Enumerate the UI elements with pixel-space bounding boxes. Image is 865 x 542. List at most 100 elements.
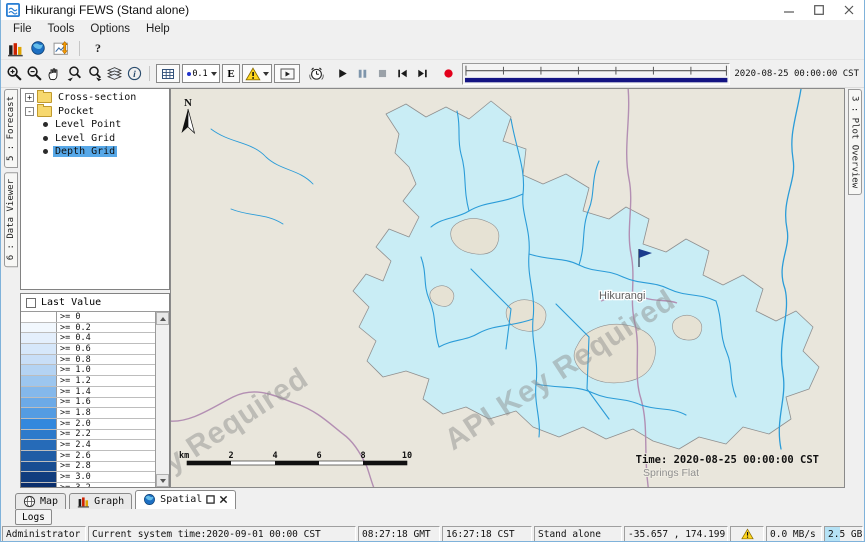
- title-bar: Hikurangi FEWS (Stand alone): [1, 0, 864, 20]
- scroll-up-icon[interactable]: [156, 312, 169, 325]
- legend-swatch: [21, 376, 57, 386]
- globe-icon: [143, 493, 156, 506]
- logs-button[interactable]: Logs: [15, 509, 52, 525]
- step-backward-icon[interactable]: [392, 63, 412, 84]
- legend-row[interactable]: >= 1.0: [21, 365, 155, 376]
- menu-file[interactable]: File: [5, 22, 40, 36]
- warning-icon: [245, 66, 261, 82]
- legend-toggle-button[interactable]: E: [222, 64, 240, 83]
- tab-forecast[interactable]: 5 : Forecast: [4, 89, 18, 168]
- application-window: Hikurangi FEWS (Stand alone) File Tools …: [0, 0, 865, 542]
- legend-swatch: [21, 365, 57, 375]
- tab-plot-overview[interactable]: 3 : Plot Overview: [848, 89, 862, 195]
- legend-row[interactable]: >= 3.2: [21, 483, 155, 487]
- svg-text:2: 2: [228, 451, 233, 461]
- maximize-button[interactable]: [804, 0, 834, 20]
- legend-row[interactable]: >= 1.4: [21, 387, 155, 398]
- zoom-out-icon[interactable]: [24, 63, 44, 84]
- legend-value: >= 1.6: [57, 398, 155, 408]
- record-icon[interactable]: [438, 63, 458, 84]
- time-slider-bar[interactable]: [465, 77, 727, 81]
- tab-data-viewer[interactable]: 6 : Data Viewer: [4, 172, 18, 267]
- legend-swatch: [21, 451, 57, 461]
- legend-row[interactable]: >= 0.8: [21, 355, 155, 366]
- expand-icon[interactable]: +: [25, 93, 34, 102]
- node-bullet-icon: [43, 136, 48, 141]
- legend-value: >= 1.2: [57, 376, 155, 386]
- menu-options[interactable]: Options: [82, 22, 138, 36]
- legend-row[interactable]: >= 2.4: [21, 440, 155, 451]
- collapse-icon[interactable]: -: [25, 107, 34, 116]
- logs-row: Logs: [1, 509, 864, 525]
- tree-item-level-point[interactable]: Level Point: [21, 118, 169, 132]
- pan-hand-icon[interactable]: [44, 63, 64, 84]
- last-value-checkbox[interactable]: [26, 298, 36, 308]
- slider-datetime: 2020-08-25 00:00:00 CST: [734, 69, 861, 79]
- pause-icon[interactable]: [352, 63, 372, 84]
- legend-value: >= 0.2: [57, 323, 155, 333]
- stop-icon[interactable]: [372, 63, 392, 84]
- scrollbar-track[interactable]: [156, 325, 169, 474]
- legend-row[interactable]: >= 1.2: [21, 376, 155, 387]
- node-bullet-icon: [43, 149, 48, 154]
- timeseries-chart-icon[interactable]: [51, 39, 71, 57]
- map-view[interactable]: API Key Required API Key Required Hikura…: [170, 88, 845, 488]
- animation-player-button[interactable]: [274, 64, 300, 83]
- status-mode: Stand alone: [534, 526, 622, 542]
- status-user: Administrator: [2, 526, 86, 542]
- legend-row[interactable]: >= 0.2: [21, 323, 155, 334]
- status-warning[interactable]: [730, 526, 764, 542]
- menu-help[interactable]: Help: [138, 22, 178, 36]
- legend-value: >= 0.8: [57, 355, 155, 365]
- chevron-down-icon: [263, 72, 269, 76]
- thresholds-button[interactable]: [242, 64, 272, 83]
- zoom-in-icon[interactable]: [4, 63, 24, 84]
- legend-row[interactable]: >= 2.6: [21, 451, 155, 462]
- layers-icon[interactable]: [104, 63, 124, 84]
- contour-interval-combo[interactable]: 0.1: [182, 64, 220, 83]
- tree-item-cross-section[interactable]: + Cross-section: [21, 91, 169, 105]
- window-title: Hikurangi FEWS (Stand alone): [25, 3, 189, 17]
- information-icon[interactable]: i: [124, 63, 144, 84]
- database-display-icon[interactable]: [5, 39, 25, 57]
- legend-row[interactable]: >= 1.6: [21, 398, 155, 409]
- node-bullet-icon: [43, 122, 48, 127]
- scroll-down-icon[interactable]: [156, 474, 169, 487]
- play-icon[interactable]: [332, 63, 352, 84]
- legend-row[interactable]: >= 3.0: [21, 472, 155, 483]
- map-time-label: Time: 2020-08-25 00:00:00 CST: [636, 454, 819, 466]
- time-slider[interactable]: [462, 63, 730, 85]
- menu-tools[interactable]: Tools: [40, 22, 83, 36]
- tab-spatial[interactable]: Spatial: [135, 490, 236, 509]
- toolbar-separator: [149, 66, 150, 81]
- tab-map[interactable]: Map: [15, 493, 66, 509]
- legend-row[interactable]: >= 1.8: [21, 408, 155, 419]
- legend-swatch: [21, 483, 57, 487]
- legend-row[interactable]: >= 2.2: [21, 430, 155, 441]
- status-gmt-time: 08:27:18 GMT: [358, 526, 440, 542]
- legend-value: >= 0.4: [57, 333, 155, 343]
- tab-maximize-icon[interactable]: [206, 495, 215, 504]
- legend-swatch: [21, 355, 57, 365]
- legend-row[interactable]: >= 0: [21, 312, 155, 323]
- legend-row[interactable]: >= 0.6: [21, 344, 155, 355]
- legend-value: >= 2.4: [57, 440, 155, 450]
- zoom-next-icon[interactable]: [84, 63, 104, 84]
- tree-item-pocket[interactable]: - Pocket: [21, 105, 169, 119]
- legend-row[interactable]: >= 2.8: [21, 462, 155, 473]
- legend-row[interactable]: >= 2.0: [21, 419, 155, 430]
- tree-item-depth-grid[interactable]: Depth Grid: [21, 145, 169, 159]
- minimize-button[interactable]: [774, 0, 804, 20]
- tab-graph[interactable]: Graph: [69, 493, 132, 509]
- tab-close-icon[interactable]: [219, 495, 228, 504]
- grid-button[interactable]: [156, 64, 180, 83]
- help-button[interactable]: ?: [88, 39, 108, 57]
- legend-scrollbar[interactable]: [155, 312, 169, 487]
- zoom-previous-icon[interactable]: [64, 63, 84, 84]
- tree-item-level-grid[interactable]: Level Grid: [21, 132, 169, 146]
- close-button[interactable]: [834, 0, 864, 20]
- map-display-icon[interactable]: [28, 39, 48, 57]
- step-forward-icon[interactable]: [412, 63, 432, 84]
- legend-row[interactable]: >= 0.4: [21, 333, 155, 344]
- animation-clock-icon[interactable]: [306, 63, 326, 84]
